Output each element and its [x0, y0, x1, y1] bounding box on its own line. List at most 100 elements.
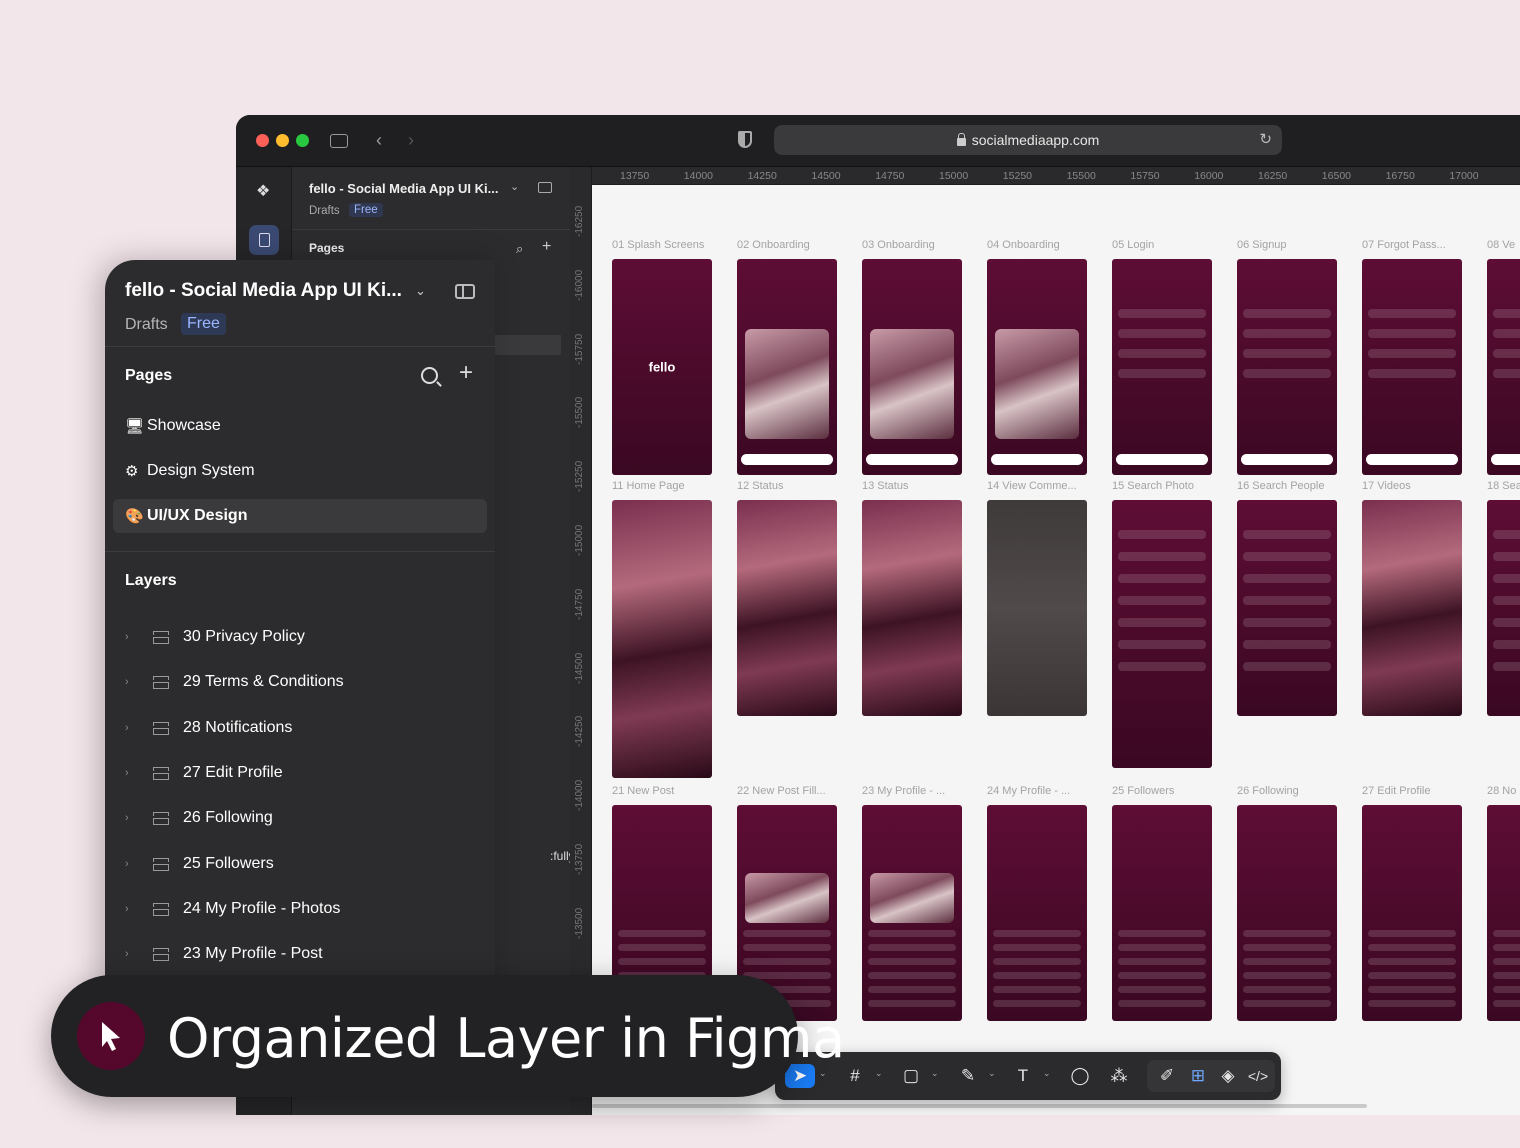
- frame-thumbnail[interactable]: [1362, 805, 1462, 1021]
- chevron-right-icon[interactable]: ›: [125, 812, 153, 824]
- figma-logo-icon[interactable]: ❖: [256, 181, 270, 201]
- chevron-right-icon[interactable]: ›: [125, 858, 153, 870]
- close-window-button[interactable]: [256, 134, 269, 147]
- frame-label[interactable]: 03 Onboarding: [862, 239, 935, 251]
- file-title[interactable]: fello - Social Media App UI Ki...: [125, 280, 402, 302]
- drafts-label[interactable]: Drafts: [125, 316, 168, 334]
- component-icon[interactable]: ◈: [1218, 1064, 1238, 1088]
- chevron-right-icon[interactable]: ›: [125, 903, 153, 915]
- page-item-showcase[interactable]: 🖥 Showcase: [113, 409, 487, 443]
- frame-label[interactable]: 16 Search People: [1237, 480, 1324, 492]
- dev-mode-icon[interactable]: </>: [1247, 1064, 1269, 1088]
- comment-tool-icon[interactable]: ◯: [1070, 1064, 1090, 1088]
- page-item-ui-ux-design[interactable]: 🎨 UI/UX Design: [113, 499, 487, 533]
- panel-toggle-icon[interactable]: [538, 182, 552, 193]
- chevron-right-icon[interactable]: ›: [125, 676, 153, 688]
- frame-label[interactable]: 06 Signup: [1237, 239, 1287, 251]
- frame-label[interactable]: 02 Onboarding: [737, 239, 810, 251]
- minimize-window-button[interactable]: [276, 134, 289, 147]
- frame-label[interactable]: 25 Followers: [1112, 785, 1174, 797]
- frame-label[interactable]: 27 Edit Profile: [1362, 785, 1430, 797]
- layer-row[interactable]: › 29 Terms & Conditions: [125, 670, 344, 694]
- chevron-right-icon[interactable]: ›: [125, 631, 153, 643]
- chevron-down-icon[interactable]: ⌄: [988, 1068, 996, 1079]
- drafts-label[interactable]: Drafts: [309, 205, 340, 217]
- frame-thumbnail[interactable]: [1362, 259, 1462, 475]
- layer-row[interactable]: › 30 Privacy Policy: [125, 625, 305, 649]
- frame-label[interactable]: 11 Home Page: [612, 480, 685, 492]
- design-mode-icon[interactable]: ⊞: [1187, 1064, 1209, 1088]
- chevron-right-icon[interactable]: ›: [125, 722, 153, 734]
- layer-row[interactable]: › 26 Following: [125, 806, 273, 830]
- frame-thumbnail[interactable]: [1237, 259, 1337, 475]
- frame-thumbnail[interactable]: [1112, 259, 1212, 475]
- frame-label[interactable]: 12 Status: [737, 480, 783, 492]
- frame-thumbnail[interactable]: [1487, 259, 1520, 475]
- address-bar[interactable]: socialmediaapp.com ↻: [774, 125, 1282, 155]
- frame-label[interactable]: 28 No: [1487, 785, 1516, 797]
- sidebar-toggle-icon[interactable]: [330, 134, 348, 148]
- frame-thumbnail[interactable]: [862, 805, 962, 1021]
- chevron-right-icon[interactable]: ›: [125, 948, 153, 960]
- draw-mode-icon[interactable]: ✐: [1157, 1064, 1177, 1088]
- actions-tool-icon[interactable]: ⁂: [1108, 1064, 1130, 1088]
- frame-label[interactable]: 01 Splash Screens: [612, 239, 704, 251]
- frame-thumbnail[interactable]: [737, 500, 837, 716]
- layer-row[interactable]: › 27 Edit Profile: [125, 761, 283, 785]
- frame-tool-icon[interactable]: #: [845, 1064, 865, 1088]
- frame-thumbnail[interactable]: [987, 500, 1087, 716]
- privacy-shield-icon[interactable]: [738, 131, 752, 148]
- frame-thumbnail[interactable]: [862, 259, 962, 475]
- add-page-icon[interactable]: +: [542, 238, 551, 256]
- chevron-down-icon[interactable]: ⌄: [415, 283, 426, 299]
- frame-thumbnail[interactable]: [1237, 805, 1337, 1021]
- frame-label[interactable]: 15 Search Photo: [1112, 480, 1194, 492]
- file-title[interactable]: fello - Social Media App UI Ki...: [309, 181, 498, 196]
- frame-thumbnail[interactable]: [1112, 805, 1212, 1021]
- chevron-right-icon[interactable]: ›: [408, 129, 414, 151]
- pen-tool-icon[interactable]: ✎: [958, 1064, 978, 1088]
- frame-thumbnail[interactable]: [612, 500, 712, 778]
- frame-thumbnail[interactable]: [1362, 500, 1462, 716]
- frame-thumbnail[interactable]: [1487, 500, 1520, 716]
- chevron-right-icon[interactable]: ›: [125, 767, 153, 779]
- panel-toggle-icon[interactable]: [455, 284, 475, 299]
- frame-label[interactable]: 24 My Profile - ...: [987, 785, 1070, 797]
- frame-thumbnail[interactable]: [987, 805, 1087, 1021]
- horizontal-scrollbar[interactable]: [592, 1104, 1367, 1108]
- frame-label[interactable]: 05 Login: [1112, 239, 1154, 251]
- search-icon[interactable]: ⌕: [516, 241, 523, 257]
- chevron-down-icon[interactable]: ⌄: [875, 1068, 883, 1079]
- frame-thumbnail[interactable]: [987, 259, 1087, 475]
- file-icon[interactable]: [249, 225, 279, 255]
- frame-label[interactable]: 23 My Profile - ...: [862, 785, 945, 797]
- frame-label[interactable]: 13 Status: [862, 480, 908, 492]
- chevron-down-icon[interactable]: ⌄: [510, 180, 519, 193]
- frame-thumbnail[interactable]: [1487, 805, 1520, 1021]
- page-item-design-system[interactable]: ⚙ Design System: [113, 454, 487, 488]
- frame-label[interactable]: 26 Following: [1237, 785, 1299, 797]
- text-tool-icon[interactable]: T: [1013, 1064, 1033, 1088]
- rectangle-tool-icon[interactable]: ▢: [902, 1064, 920, 1088]
- layer-row[interactable]: › 24 My Profile - Photos: [125, 897, 340, 921]
- chevron-left-icon[interactable]: ‹: [376, 129, 382, 151]
- maximize-window-button[interactable]: [296, 134, 309, 147]
- frame-thumbnail[interactable]: [862, 500, 962, 716]
- frame-label[interactable]: 22 New Post Fill...: [737, 785, 826, 797]
- frame-label[interactable]: 14 View Comme...: [987, 480, 1077, 492]
- frame-label[interactable]: 21 New Post: [612, 785, 674, 797]
- layer-row[interactable]: › 28 Notifications: [125, 716, 292, 740]
- add-page-icon[interactable]: +: [459, 359, 473, 387]
- frame-label[interactable]: 07 Forgot Pass...: [1362, 239, 1446, 251]
- reload-icon[interactable]: ↻: [1259, 130, 1272, 148]
- frame-label[interactable]: 08 Ve: [1487, 239, 1515, 251]
- frame-label[interactable]: 18 Sea: [1487, 480, 1520, 492]
- frame-thumbnail[interactable]: [737, 259, 837, 475]
- frame-thumbnail[interactable]: [1112, 500, 1212, 768]
- layer-row[interactable]: › 23 My Profile - Post: [125, 942, 323, 966]
- search-icon[interactable]: [421, 367, 438, 384]
- frame-label[interactable]: 17 Videos: [1362, 480, 1411, 492]
- frame-thumbnail[interactable]: [1237, 500, 1337, 716]
- chevron-down-icon[interactable]: ⌄: [931, 1068, 939, 1079]
- frame-thumbnail[interactable]: fello: [612, 259, 712, 475]
